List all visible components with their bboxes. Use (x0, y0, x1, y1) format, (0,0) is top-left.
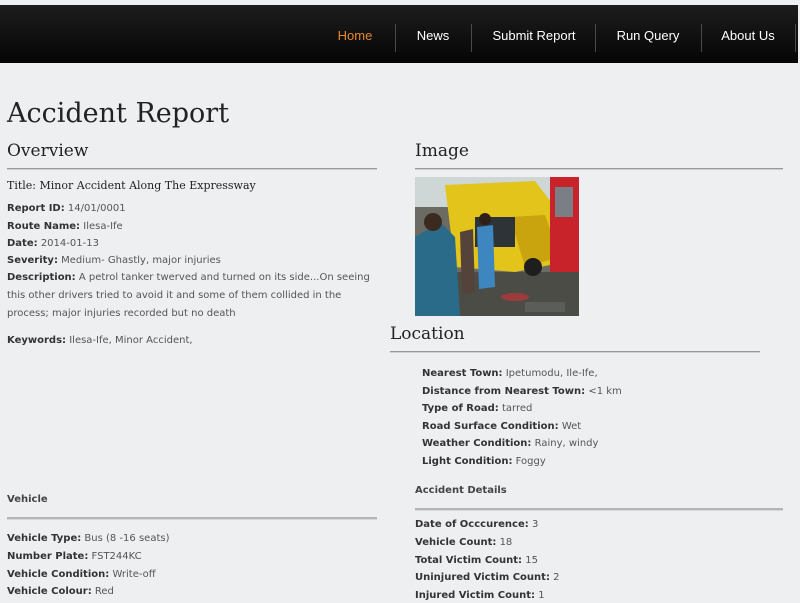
nav-home[interactable]: Home (330, 5, 380, 63)
location-divider (390, 351, 760, 353)
light-condition-field: Light Condition: Foggy (422, 456, 546, 467)
report-title: Title: Minor Accident Along The Expressw… (7, 179, 256, 192)
vehicle-condition-field: Vehicle Condition: Write-off (7, 569, 156, 580)
route-name-field: Route Name: Ilesa-Ife (7, 221, 123, 232)
distance-field: Distance from Nearest Town: <1 km (422, 386, 622, 397)
severity-field: Severity: Medium- Ghastly, major injurie… (7, 255, 221, 266)
date-field: Date: 2014-01-13 (7, 238, 99, 249)
overview-heading: Overview (7, 141, 89, 161)
accident-details-divider (415, 508, 783, 511)
nav-divider (471, 24, 472, 52)
number-plate-field: Number Plate: FST244KC (7, 551, 142, 562)
accident-photo (415, 177, 579, 316)
accident-details-heading: Accident Details (415, 485, 507, 496)
report-id-field: Report ID: 14/01/0001 (7, 203, 126, 214)
nav-divider (595, 24, 596, 52)
page-title: Accident Report (7, 98, 230, 129)
weather-field: Weather Condition: Rainy, windy (422, 438, 599, 449)
nav-divider (395, 24, 396, 52)
nav-run-query[interactable]: Run Query (606, 5, 690, 63)
vehicle-heading: Vehicle (7, 494, 48, 505)
road-surface-field: Road Surface Condition: Wet (422, 421, 582, 432)
vehicle-divider (7, 517, 377, 520)
image-heading: Image (415, 141, 469, 161)
nav-about-us[interactable]: About Us (712, 5, 784, 63)
image-divider (415, 168, 783, 170)
uninjured-victim-count-field: Uninjured Victim Count: 2 (415, 572, 560, 583)
nav-news[interactable]: News (408, 5, 458, 63)
accident-photo-illustration (415, 177, 579, 316)
top-nav-bar: Home News Submit Report Run Query About … (0, 5, 798, 63)
injured-victim-count-field: Injured Victim Count: 1 (415, 590, 545, 601)
nav-submit-report[interactable]: Submit Report (484, 5, 584, 63)
road-type-field: Type of Road: tarred (422, 403, 533, 414)
nearest-town-field: Nearest Town: Ipetumodu, Ile-Ife, (422, 368, 598, 379)
vehicle-count-field: Vehicle Count: 18 (415, 537, 513, 548)
date-of-occurrence-field: Date of Occcurence: 3 (415, 519, 539, 530)
nav-divider (701, 24, 702, 52)
description-field: Description: A petrol tanker twerved and… (7, 272, 370, 319)
keywords-field: Keywords: Ilesa-Ife, Minor Accident, (7, 335, 193, 346)
overview-divider (7, 168, 377, 170)
vehicle-type-field: Vehicle Type: Bus (8 -16 seats) (7, 533, 170, 544)
total-victim-count-field: Total Victim Count: 15 (415, 555, 538, 566)
nav-divider (795, 24, 796, 52)
location-heading: Location (390, 324, 465, 344)
vehicle-colour-field: Vehicle Colour: Red (7, 586, 114, 597)
